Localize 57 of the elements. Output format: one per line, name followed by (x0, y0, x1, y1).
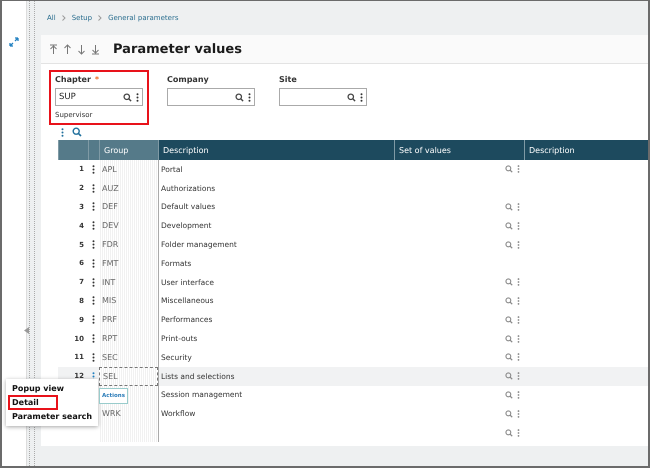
arrow-bar-icon[interactable] (91, 44, 100, 54)
table-cell: INT (99, 272, 158, 292)
row-menu-icon[interactable] (92, 334, 95, 344)
table-cell: FMT (99, 254, 158, 273)
menu-item[interactable]: Detail (10, 397, 56, 408)
table-cell: SEL (99, 366, 158, 386)
row-menu-icon[interactable] (92, 315, 95, 324)
column-header[interactable]: Description (158, 140, 394, 160)
page-title: Parameter values (113, 42, 242, 56)
table-cell: FDR (99, 235, 158, 254)
table-cell: SEC (99, 348, 158, 367)
row-menu-icon[interactable] (92, 278, 95, 287)
required-mark: * (94, 75, 100, 84)
menu-item[interactable]: Parameter search (10, 411, 94, 422)
expand-icon[interactable] (9, 37, 19, 47)
field-label: Site (279, 75, 297, 84)
arrow-icon[interactable] (77, 44, 86, 54)
arrow-icon[interactable] (63, 44, 72, 54)
column-header[interactable]: Description (524, 140, 648, 160)
row-menu-icon[interactable] (92, 164, 95, 174)
row-menu-icon[interactable] (92, 240, 95, 250)
header-cell (88, 140, 99, 160)
collapse-icon[interactable] (24, 327, 29, 334)
input-field[interactable] (279, 88, 367, 106)
row-menu-icon[interactable] (92, 258, 95, 268)
search-icon[interactable] (347, 92, 356, 102)
input-field[interactable]: SUP (55, 88, 143, 106)
table-cell: WRK (99, 404, 158, 424)
table-cell: MIS (99, 292, 158, 310)
more-icon[interactable] (360, 92, 363, 102)
row-menu-icon[interactable] (92, 296, 95, 306)
row-menu-icon[interactable] (92, 352, 95, 362)
search-icon[interactable] (235, 92, 244, 102)
table-cell: AUZ (99, 178, 158, 198)
column-header[interactable]: Group (99, 140, 158, 160)
more-icon[interactable] (61, 128, 64, 136)
search-icon[interactable] (123, 92, 132, 102)
more-icon[interactable] (248, 92, 251, 102)
chevron-icon (98, 15, 102, 21)
table-cell: RPT (99, 329, 158, 348)
row-menu-icon[interactable] (92, 202, 95, 212)
chevron-icon (62, 15, 66, 21)
arrow-bar-icon[interactable] (49, 44, 58, 54)
menu-item[interactable]: Popup view (10, 383, 94, 394)
table-cell: PRF (99, 310, 158, 330)
field-label: Company (167, 75, 209, 84)
input-field[interactable] (167, 88, 255, 106)
column-header[interactable]: Set of values (394, 140, 524, 160)
table-cell: DEV (99, 216, 158, 236)
row-menu-icon[interactable] (92, 184, 95, 193)
field-label: Chapter (55, 75, 91, 84)
search-icon[interactable] (72, 127, 82, 137)
table-cell: DEF (99, 198, 158, 216)
more-icon[interactable] (136, 92, 139, 102)
table-cell: APL (99, 160, 158, 179)
header-cell (58, 140, 88, 160)
row-menu-icon[interactable] (92, 221, 95, 230)
